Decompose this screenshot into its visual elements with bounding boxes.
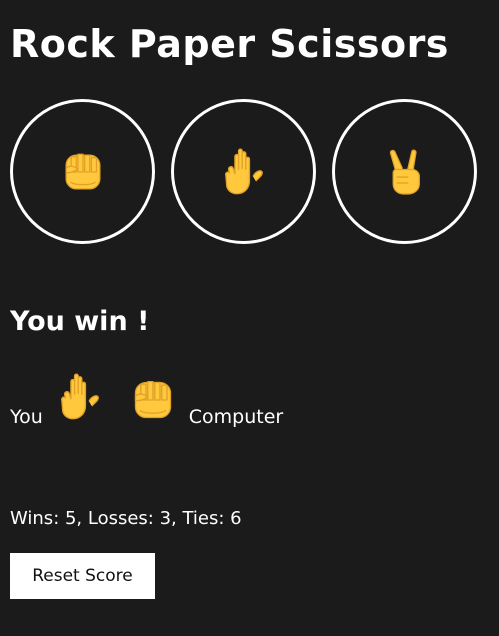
reset-score-button[interactable]: Reset Score <box>10 553 155 599</box>
computer-label: Computer <box>188 406 284 428</box>
rock-button[interactable] <box>10 99 155 244</box>
player-label: You <box>10 406 43 428</box>
victory-hand-icon <box>389 149 420 195</box>
scissors-button[interactable] <box>332 99 477 244</box>
page-title: Rock Paper Scissors <box>10 22 449 66</box>
raised-hand-icon <box>60 373 99 420</box>
result-heading: You win ! <box>10 306 150 337</box>
choice-buttons <box>10 99 477 244</box>
score-text: Wins: 5, Losses: 3, Ties: 6 <box>10 508 242 529</box>
raised-fist-icon <box>64 153 101 190</box>
raised-fist-icon <box>134 380 171 419</box>
match-display: You Computer <box>10 366 283 428</box>
paper-button[interactable] <box>171 99 316 244</box>
player-choice <box>51 366 109 428</box>
computer-choice <box>125 372 181 428</box>
raised-hand-icon <box>224 147 263 194</box>
